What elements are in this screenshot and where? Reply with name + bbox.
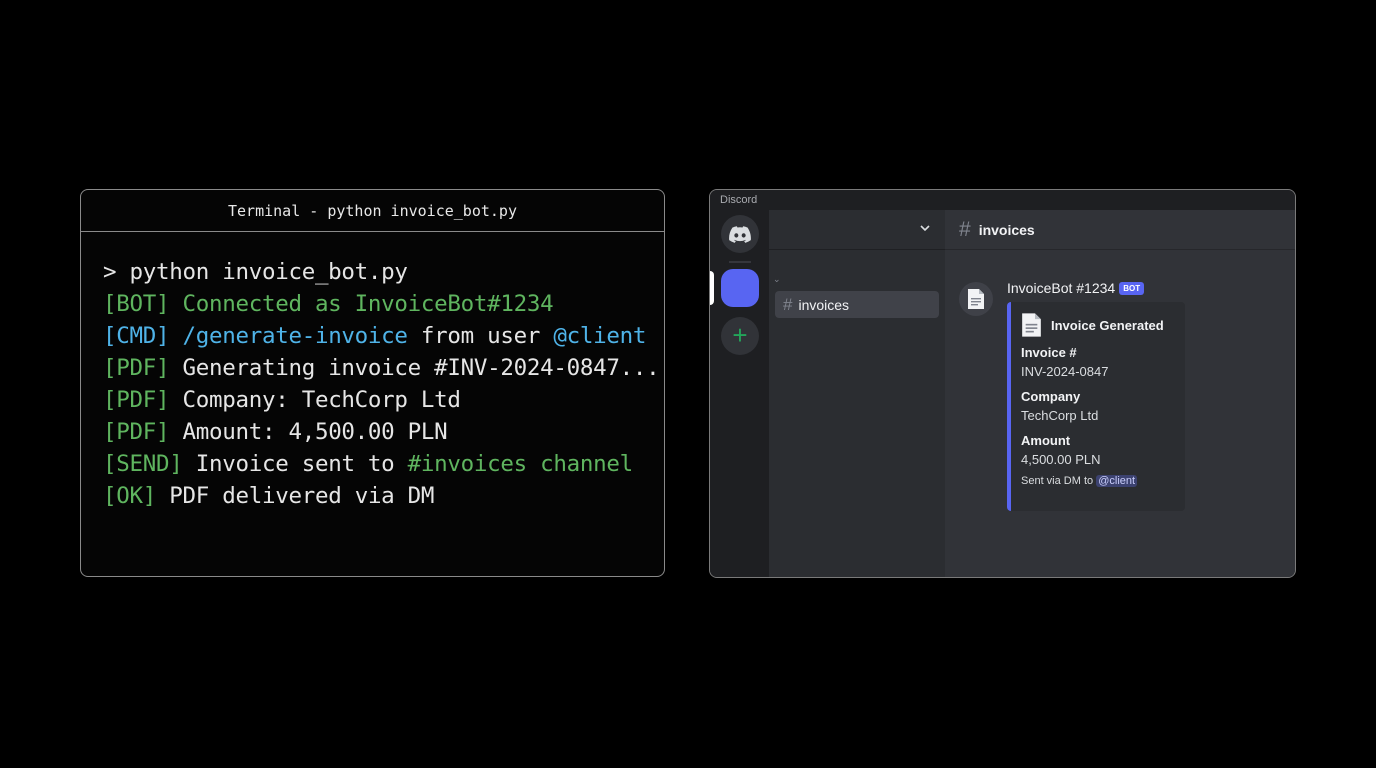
terminal-segment: [PDF] — [103, 419, 170, 445]
bot-badge: BOT — [1119, 281, 1145, 295]
channel-header: # invoices — [945, 210, 1295, 250]
terminal-segment: [SEND] — [103, 451, 183, 477]
embed-footer: Sent via DM to @client — [1021, 475, 1185, 487]
terminal-line: [BOT] Connected as InvoiceBot#1234 — [103, 288, 664, 320]
terminal-segment: [BOT] Connected as InvoiceBot#1234 — [103, 291, 554, 317]
field-value-invoice: INV-2024-0847 — [1021, 364, 1109, 379]
field-value-amount: 4,500.00 PLN — [1021, 452, 1101, 467]
hash-icon: # — [959, 217, 971, 241]
terminal-line: [PDF] Generating invoice #INV-2024-0847.… — [103, 352, 664, 384]
message-author: InvoiceBot #1234 BOT — [1007, 280, 1145, 296]
terminal-segment: > python invoice_bot.py — [103, 259, 408, 285]
document-icon — [968, 289, 984, 309]
window-title: Discord — [710, 190, 1295, 210]
author-name[interactable]: InvoiceBot #1234 — [1007, 280, 1115, 296]
server-list: + — [710, 210, 769, 577]
discord-window: Discord + ⌄ # invoices # invoices Invoic… — [709, 189, 1296, 578]
terminal-line: [OK] PDF delivered via DM — [103, 480, 664, 512]
terminal-segment: [OK] — [103, 483, 156, 509]
terminal-line: [PDF] Amount: 4,500.00 PLN — [103, 416, 664, 448]
discord-logo-icon — [729, 225, 751, 243]
terminal-segment: #invoices channel — [407, 451, 633, 477]
category-chevron-icon[interactable]: ⌄ — [773, 274, 781, 285]
terminal-line: [CMD] /generate-invoice from user @clien… — [103, 320, 664, 352]
terminal-segment: [PDF] — [103, 355, 170, 381]
channel-title: invoices — [978, 221, 1035, 238]
add-server-button[interactable]: + — [721, 317, 759, 355]
terminal-segment: Invoice sent to — [182, 451, 408, 477]
chevron-down-icon — [920, 225, 930, 232]
terminal-title: Terminal - python invoice_bot.py — [81, 190, 664, 232]
terminal-segment: Company: TechCorp Ltd — [169, 387, 461, 413]
home-button[interactable] — [721, 215, 759, 253]
avatar[interactable] — [959, 282, 993, 316]
hash-icon: # — [783, 294, 793, 314]
terminal-segment: @client — [553, 323, 647, 349]
field-name-amount: Amount — [1021, 433, 1071, 448]
user-mention[interactable]: @client — [1096, 475, 1138, 487]
invoice-embed: Invoice Generated Invoice # INV-2024-084… — [1007, 302, 1185, 511]
terminal-segment: PDF delivered via DM — [156, 483, 435, 509]
channel-item-label: invoices — [798, 296, 850, 313]
terminal-segment: Amount: 4,500.00 PLN — [169, 419, 448, 445]
terminal-segment: Generating invoice #INV-2024-0847... — [169, 355, 660, 381]
field-value-company: TechCorp Ltd — [1021, 408, 1099, 423]
document-icon — [1022, 313, 1041, 337]
terminal-segment: [PDF] — [103, 387, 170, 413]
terminal-segment: [CMD] — [103, 323, 170, 349]
channel-item-invoices[interactable]: # invoices — [775, 291, 939, 318]
embed-title: Invoice Generated — [1021, 312, 1185, 338]
terminal-segment: from user — [407, 323, 554, 349]
server-header[interactable] — [769, 210, 945, 250]
server-icon-active[interactable] — [721, 269, 759, 307]
terminal-line: [PDF] Company: TechCorp Ltd — [103, 384, 664, 416]
terminal-line: [SEND] Invoice sent to #invoices channel — [103, 448, 664, 480]
terminal-segment: /generate-invoice — [169, 323, 408, 349]
field-name-invoice: Invoice # — [1021, 345, 1077, 360]
embed-title-text: Invoice Generated — [1051, 317, 1164, 333]
terminal-window: Terminal - python invoice_bot.py > pytho… — [80, 189, 665, 577]
terminal-line: > python invoice_bot.py — [103, 256, 664, 288]
server-separator — [729, 261, 751, 263]
chat-area: # invoices InvoiceBot #1234 BOT Invoice … — [945, 210, 1295, 577]
field-name-company: Company — [1021, 389, 1081, 404]
footer-text: Sent via DM to — [1021, 475, 1094, 487]
active-server-indicator — [710, 271, 714, 305]
channel-sidebar: ⌄ # invoices — [769, 210, 945, 577]
terminal-output: > python invoice_bot.py [BOT] Connected a… — [81, 232, 664, 512]
